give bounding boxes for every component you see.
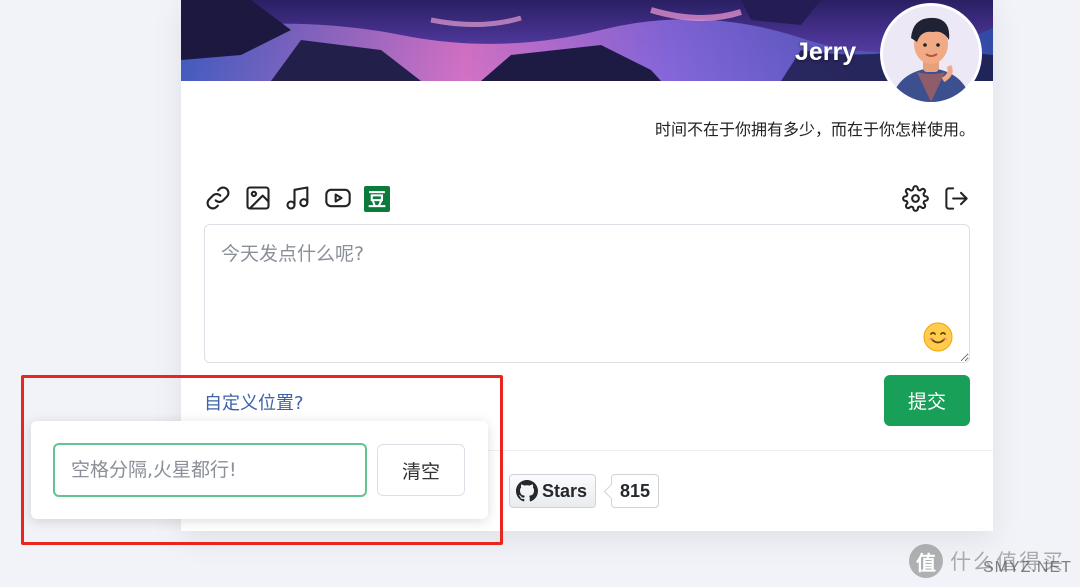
post-textarea[interactable]: [204, 224, 970, 363]
location-popover: 清空: [31, 421, 488, 519]
douban-icon[interactable]: 豆: [364, 186, 390, 212]
submit-button[interactable]: 提交: [884, 375, 970, 426]
github-stars-count[interactable]: 815: [611, 474, 660, 508]
github-stars-button[interactable]: Stars: [509, 474, 597, 508]
banner-landscape-image: [181, 0, 993, 81]
smile-emoji-icon[interactable]: [922, 321, 954, 353]
music-icon[interactable]: [283, 183, 313, 213]
watermark-logo: 值: [909, 544, 943, 578]
video-icon[interactable]: [323, 183, 353, 213]
github-stars-label: Stars: [542, 480, 588, 501]
avatar[interactable]: [880, 3, 982, 105]
watermark-subtext: SMYZ.NET: [983, 559, 1072, 576]
avatar-person-icon: [883, 6, 979, 102]
profile-motto: 时间不在于你拥有多少，而在于你怎样使用。: [654, 120, 975, 139]
custom-location-link[interactable]: 自定义位置?: [204, 389, 304, 415]
location-input[interactable]: [53, 443, 367, 497]
user-name: Jerry: [795, 38, 857, 66]
github-icon: [516, 480, 538, 502]
settings-icon[interactable]: [900, 183, 930, 213]
image-icon[interactable]: [243, 183, 273, 213]
link-icon[interactable]: [203, 183, 233, 213]
clear-button[interactable]: 清空: [377, 444, 465, 496]
profile-banner: Jerry: [181, 0, 993, 81]
logout-icon[interactable]: [941, 183, 971, 213]
